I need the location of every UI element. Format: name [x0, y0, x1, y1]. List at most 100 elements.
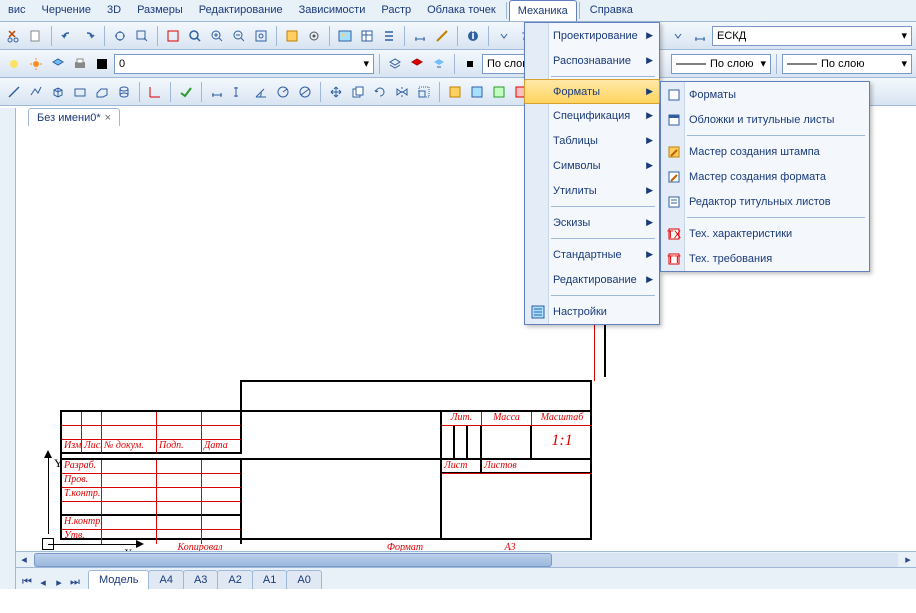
arrow-down-icon[interactable] — [668, 26, 688, 46]
menu-item-edit[interactable]: Редактирование — [191, 0, 291, 21]
properties-icon[interactable] — [282, 26, 302, 46]
zoom-in-icon[interactable] — [207, 26, 227, 46]
layer-states-icon[interactable] — [385, 54, 405, 74]
submenu-item-formats[interactable]: Форматы — [661, 82, 869, 107]
menu-item-tables[interactable]: Таблицы▶ — [525, 128, 659, 153]
line-icon[interactable] — [4, 82, 24, 102]
dim-r-icon[interactable] — [273, 82, 293, 102]
rect-icon[interactable] — [70, 82, 90, 102]
menu-item-pointclouds[interactable]: Облака точек — [419, 0, 504, 21]
cyl-icon[interactable] — [114, 82, 134, 102]
submenu-item-tech-char[interactable]: TXТех. характеристики — [661, 221, 869, 246]
menu-item-dimensions[interactable]: Размеры — [129, 0, 191, 21]
tab-nav-first-icon[interactable]: ⏮ — [20, 575, 34, 589]
layer-iso-icon[interactable] — [407, 54, 427, 74]
document-tab[interactable]: Без имени0* × — [28, 108, 120, 126]
menu-item-utilities[interactable]: Утилиты▶ — [525, 178, 659, 203]
scroll-right-icon[interactable]: ▸ — [900, 553, 916, 567]
tab-nav-prev-icon[interactable]: ◂ — [36, 575, 50, 589]
arrow-down-icon[interactable] — [494, 26, 514, 46]
grp1-icon[interactable] — [445, 82, 465, 102]
dim-ang-icon[interactable] — [251, 82, 271, 102]
menu-item-service[interactable]: вис — [0, 0, 34, 21]
layout-tab-a2[interactable]: A2 — [217, 570, 252, 589]
dim-style-combo[interactable]: ЕСКД ▾ — [712, 26, 912, 46]
menu-item-specification[interactable]: Спецификация▶ — [525, 103, 659, 128]
measure-icon[interactable] — [410, 26, 430, 46]
check-icon[interactable] — [176, 82, 196, 102]
lineweight-combo[interactable]: По слою ▾ — [782, 54, 912, 74]
copy-icon[interactable] — [348, 82, 368, 102]
scrollbar-thumb[interactable] — [34, 553, 552, 567]
cut-icon[interactable] — [4, 26, 24, 46]
mirror-icon[interactable] — [392, 82, 412, 102]
close-icon[interactable]: × — [105, 112, 111, 124]
tab-nav-next-icon[interactable]: ▸ — [52, 575, 66, 589]
zoom-extents-icon[interactable] — [185, 26, 205, 46]
menu-item-editing[interactable]: Редактирование▶ — [525, 267, 659, 292]
layout-tab-a1[interactable]: A1 — [252, 570, 287, 589]
cube-icon[interactable] — [48, 82, 68, 102]
settings-icon[interactable] — [304, 26, 324, 46]
menu-item-symbols[interactable]: Символы▶ — [525, 153, 659, 178]
light-icon[interactable] — [4, 54, 24, 74]
layer-mgr-icon[interactable] — [48, 54, 68, 74]
layout-tab-a3[interactable]: A3 — [183, 570, 218, 589]
submenu-item-stamp-wizard[interactable]: Мастер создания штампа — [661, 139, 869, 164]
dim-h-icon[interactable] — [207, 82, 227, 102]
list-icon[interactable] — [379, 26, 399, 46]
menu-item-design[interactable]: Проектирование▶ — [525, 23, 659, 48]
new-icon[interactable] — [26, 26, 46, 46]
menu-item-standard[interactable]: Стандартные▶ — [525, 242, 659, 267]
polyline-icon[interactable] — [26, 82, 46, 102]
scroll-left-icon[interactable]: ◂ — [16, 553, 32, 567]
type-icon[interactable] — [460, 54, 480, 74]
tab-nav-last-icon[interactable]: ⏭ — [68, 575, 82, 589]
menu-item-raster[interactable]: Растр — [373, 0, 419, 21]
layer-combo[interactable]: 0 ▾ — [114, 54, 374, 74]
submenu-item-tech-req[interactable]: TTТех. требования — [661, 246, 869, 271]
zoom-out-icon[interactable] — [229, 26, 249, 46]
layout-tab-a0[interactable]: A0 — [286, 570, 321, 589]
print-icon[interactable] — [70, 54, 90, 74]
table-icon[interactable] — [357, 26, 377, 46]
image-icon[interactable] — [335, 26, 355, 46]
zoom-window-icon[interactable] — [132, 26, 152, 46]
horizontal-scrollbar[interactable]: ◂ ▸ — [16, 551, 916, 567]
dim-icon[interactable] — [432, 26, 452, 46]
menu-item-drafting[interactable]: Черчение — [34, 0, 100, 21]
dim-d-icon[interactable] — [295, 82, 315, 102]
dim-v-icon[interactable] — [229, 82, 249, 102]
select-red-icon[interactable] — [163, 26, 183, 46]
menu-item-3d[interactable]: 3D — [99, 0, 129, 21]
submenu-item-title-editor[interactable]: Редактор титульных листов — [661, 189, 869, 214]
submenu-item-covers[interactable]: Обложки и титульные листы — [661, 107, 869, 132]
3d-icon[interactable] — [92, 82, 112, 102]
submenu-item-format-wizard[interactable]: Мастер создания формата — [661, 164, 869, 189]
menu-item-help[interactable]: Справка — [582, 0, 641, 21]
menu-item-constraints[interactable]: Зависимости — [291, 0, 374, 21]
linetype-combo[interactable]: По слою ▾ — [671, 54, 771, 74]
scrollbar-track[interactable] — [34, 553, 898, 567]
scale-icon[interactable] — [414, 82, 434, 102]
grp2-icon[interactable] — [467, 82, 487, 102]
menu-item-sketches[interactable]: Эскизы▶ — [525, 210, 659, 235]
menu-item-settings[interactable]: Настройки — [525, 299, 659, 324]
dim-style-icon[interactable] — [690, 26, 710, 46]
layout-tab-a4[interactable]: A4 — [148, 570, 183, 589]
menu-item-formats[interactable]: Форматы▶ — [524, 79, 660, 104]
color-icon[interactable] — [92, 54, 112, 74]
info-icon[interactable]: i — [463, 26, 483, 46]
redo-icon[interactable] — [79, 26, 99, 46]
undo-icon[interactable] — [57, 26, 77, 46]
zoom-all-icon[interactable] — [251, 26, 271, 46]
sun-icon[interactable] — [26, 54, 46, 74]
menu-item-recognition[interactable]: Распознавание▶ — [525, 48, 659, 73]
layout-tab-model[interactable]: Модель — [88, 570, 149, 589]
axis-icon[interactable] — [145, 82, 165, 102]
grp3-icon[interactable] — [489, 82, 509, 102]
rotate-icon[interactable] — [370, 82, 390, 102]
layer-prev-icon[interactable] — [429, 54, 449, 74]
pan-icon[interactable] — [110, 26, 130, 46]
menu-item-mechanics[interactable]: Механика — [509, 0, 577, 21]
